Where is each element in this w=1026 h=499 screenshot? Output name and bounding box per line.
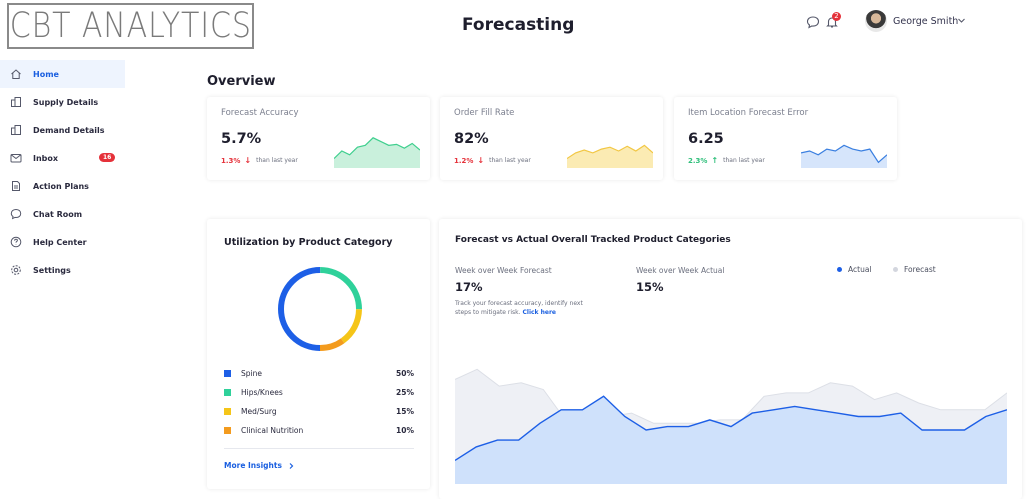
sidebar-item-label: Settings [33, 265, 71, 275]
kpi-card-item-location-forecast-error[interactable]: Item Location Forecast Error 6.25 2.3% ↑… [674, 97, 897, 180]
legend-item-forecast[interactable]: Forecast [893, 265, 936, 274]
kpi-delta-caption: than last year [489, 157, 531, 164]
more-insights-link[interactable]: More Insights [224, 461, 295, 470]
chat-icon[interactable] [806, 15, 820, 29]
legend-item-med-surg: Med/Surg 15% [224, 405, 414, 417]
notification-badge: 2 [832, 12, 841, 21]
help-icon [10, 236, 22, 248]
avatar[interactable] [865, 10, 887, 32]
chevron-right-icon [289, 462, 294, 469]
overview-title: Overview [207, 74, 276, 89]
wow-forecast-value: 17% [455, 280, 483, 294]
sparkline [334, 137, 420, 168]
wow-actual-value: 15% [636, 280, 664, 294]
divider [224, 448, 414, 449]
legend-dot [837, 267, 842, 272]
arrow-down-icon: ↓ [244, 156, 252, 165]
utilization-card: Utilization by Product Category Spine 50… [207, 219, 430, 489]
forecast-note-text: Track your forecast accuracy, identify n… [455, 300, 583, 317]
legend-dot [893, 267, 898, 272]
user-name[interactable]: George Smith [893, 16, 958, 27]
kpi-delta: 1.3% ↓ than last year [221, 156, 298, 165]
sparkline [801, 144, 887, 168]
sidebar-item-label: Chat Room [33, 209, 83, 219]
sidebar-item-label: Home [33, 69, 59, 79]
legend-item-spine: Spine 50% [224, 367, 414, 379]
kpi-delta-value: 2.3% [688, 156, 708, 165]
legend-label: Clinical Nutrition [241, 425, 304, 435]
kpi-title: Forecast Accuracy [221, 108, 299, 118]
forecast-vs-actual-card: Forecast vs Actual Overall Tracked Produ… [439, 219, 1022, 499]
arrow-down-icon: ↓ [477, 156, 485, 165]
gear-icon [11, 265, 21, 275]
legend-item-actual[interactable]: Actual [837, 265, 872, 274]
kpi-delta-caption: than last year [256, 157, 298, 164]
legend-value: 15% [396, 406, 414, 416]
legend-value: 25% [396, 387, 414, 397]
sidebar-item-label: Help Center [33, 237, 87, 247]
sidebar-item-label: Inbox [33, 153, 59, 163]
legend-item-hips-knees: Hips/Knees 25% [224, 386, 414, 398]
mail-icon [10, 154, 22, 163]
brand-logo[interactable]: CBT ANALYTICS [7, 3, 254, 49]
kpi-delta-value: 1.3% [221, 156, 241, 165]
home-icon [11, 69, 21, 79]
legend-swatch [224, 369, 231, 377]
sidebar-item-action-plans[interactable]: Action Plans [0, 172, 125, 200]
forecast-area-chart [455, 368, 1007, 484]
sidebar-item-settings[interactable]: Settings [0, 256, 125, 284]
legend-value: 50% [396, 368, 414, 378]
page-title: Forecasting [462, 15, 575, 35]
sidebar-item-help-center[interactable]: Help Center [0, 228, 125, 256]
wow-actual-label: Week over Week Actual [636, 266, 725, 275]
kpi-title: Item Location Forecast Error [688, 108, 809, 118]
kpi-value: 82% [454, 131, 489, 147]
kpi-delta: 1.2% ↓ than last year [454, 156, 531, 165]
sidebar-item-chat-room[interactable]: Chat Room [0, 200, 125, 228]
sidebar-item-label: Action Plans [33, 181, 89, 191]
sidebar-item-label: Demand Details [33, 125, 105, 135]
forecast-chart-title: Forecast vs Actual Overall Tracked Produ… [455, 235, 731, 245]
sidebar-item-demand-details[interactable]: Demand Details [0, 116, 125, 144]
chevron-down-icon[interactable] [957, 16, 966, 25]
kpi-delta: 2.3% ↑ than last year [688, 156, 765, 165]
legend-label: Forecast [904, 265, 936, 274]
document-icon [12, 181, 20, 191]
legend-label: Actual [848, 265, 872, 274]
legend-swatch [224, 388, 231, 396]
legend-label: Spine [241, 368, 262, 378]
forecast-note: Track your forecast accuracy, identify n… [455, 299, 595, 318]
kpi-card-order-fill-rate[interactable]: Order Fill Rate 82% 1.2% ↓ than last yea… [440, 97, 663, 180]
kpi-value: 5.7% [221, 131, 262, 147]
wow-forecast-label: Week over Week Forecast [455, 266, 552, 275]
building-icon [11, 125, 21, 135]
more-insights-label: More Insights [224, 461, 282, 470]
sidebar-item-home[interactable]: Home [0, 60, 125, 88]
kpi-card-forecast-accuracy[interactable]: Forecast Accuracy 5.7% 1.3% ↓ than last … [207, 97, 430, 180]
sidebar-item-inbox[interactable]: Inbox 16 [0, 144, 125, 172]
sidebar: Home Supply Details Demand Details Inbox… [0, 60, 125, 284]
click-here-link[interactable]: Click here [522, 309, 556, 316]
sparkline [567, 144, 653, 168]
utilization-title: Utilization by Product Category [224, 237, 393, 248]
legend-swatch [224, 407, 231, 415]
legend-swatch [224, 426, 231, 434]
legend-item-clinical-nutrition: Clinical Nutrition 10% [224, 424, 414, 436]
kpi-title: Order Fill Rate [454, 108, 515, 118]
sidebar-item-supply-details[interactable]: Supply Details [0, 88, 125, 116]
legend-value: 10% [396, 425, 414, 435]
legend-label: Hips/Knees [241, 387, 283, 397]
kpi-delta-value: 1.2% [454, 156, 474, 165]
kpi-delta-caption: than last year [723, 157, 765, 164]
utilization-donut-chart [278, 267, 362, 351]
logo-text: CBT ANALYTICS [9, 6, 252, 46]
legend-label: Med/Surg [241, 406, 277, 416]
inbox-count-badge: 16 [99, 153, 116, 162]
kpi-value: 6.25 [688, 131, 724, 147]
building-icon [11, 97, 21, 107]
arrow-up-icon: ↑ [711, 156, 719, 165]
chat-icon [10, 208, 22, 220]
sidebar-item-label: Supply Details [33, 97, 99, 107]
